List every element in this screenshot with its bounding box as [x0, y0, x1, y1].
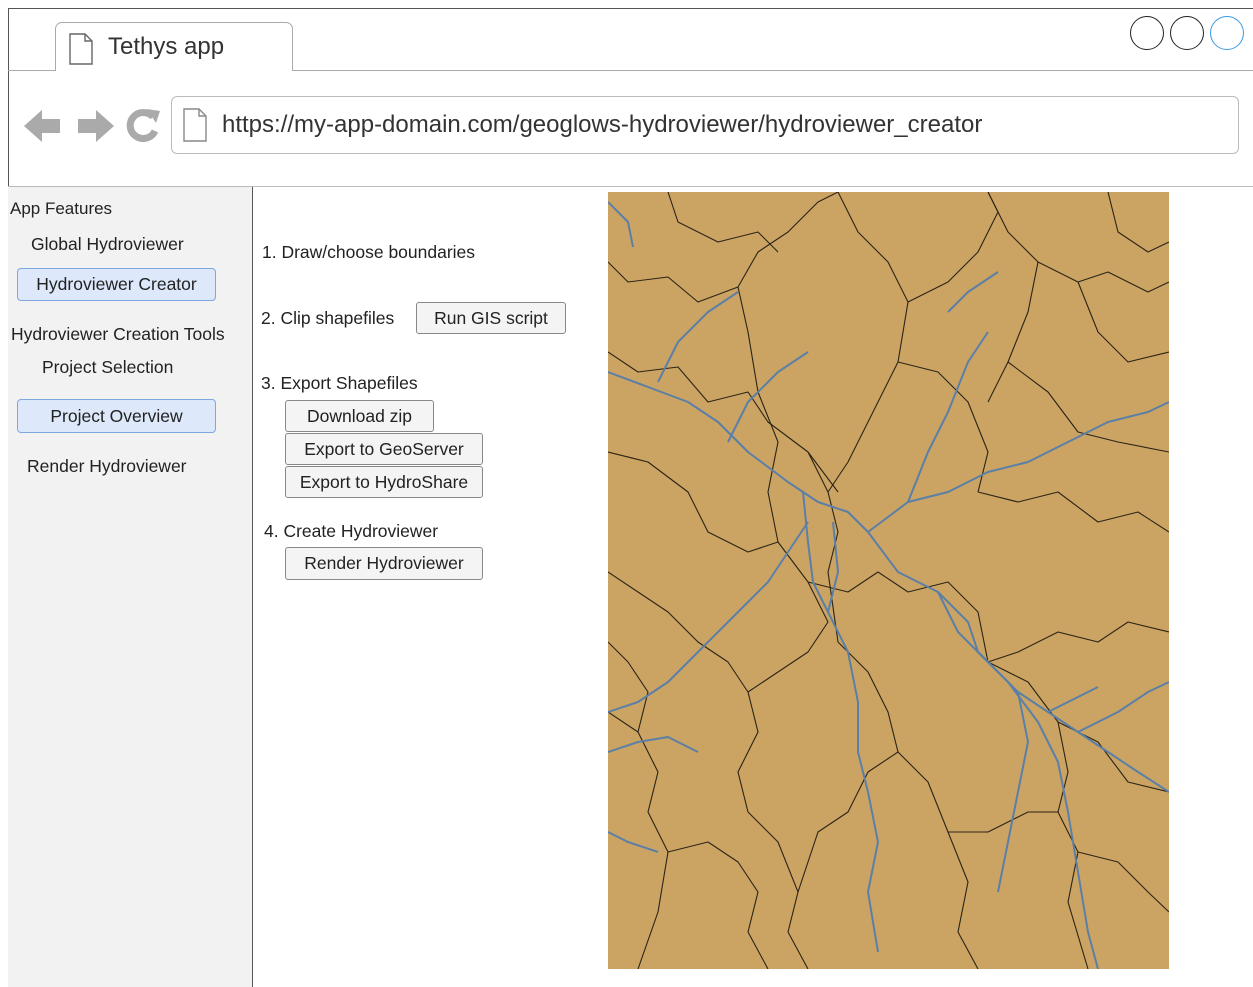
tab-bar-divider — [293, 70, 1253, 71]
step-4-label: 4. Create Hydroviewer — [264, 521, 439, 541]
sidebar-item-project-selection[interactable]: Project Selection — [42, 357, 173, 378]
watershed-map-svg — [608, 192, 1169, 969]
forward-arrow-icon[interactable] — [74, 107, 116, 145]
back-arrow-icon[interactable] — [22, 107, 64, 145]
basin-boundaries — [608, 192, 1169, 969]
step-1-label: 1. Draw/choose boundaries — [262, 242, 476, 262]
url-text[interactable]: https://my-app-domain.com/geoglows-hydro… — [222, 111, 982, 139]
sidebar-item-render-hydroviewer[interactable]: Render Hydroviewer — [27, 456, 187, 477]
page-icon — [183, 108, 207, 142]
tab-title: Tethys app — [108, 33, 225, 60]
export-geoserver-button[interactable]: Export to GeoServer — [285, 433, 483, 465]
window-button-icon[interactable] — [1170, 16, 1204, 50]
window-border-top — [8, 8, 1253, 9]
run-gis-script-button[interactable]: Run GIS script — [416, 302, 566, 334]
page-icon — [69, 33, 93, 65]
sidebar-heading: App Features — [10, 199, 113, 218]
sidebar-heading-creation-tools: Hydroviewer Creation Tools — [11, 324, 225, 344]
step-3-label: 3. Export Shapefiles — [261, 373, 418, 393]
render-hydroviewer-button[interactable]: Render Hydroviewer — [285, 547, 483, 580]
download-zip-button[interactable]: Download zip — [285, 400, 434, 432]
tab-bar-divider — [8, 70, 55, 71]
watershed-map[interactable] — [608, 192, 1169, 969]
sidebar-item-project-overview[interactable]: Project Overview — [17, 399, 216, 433]
export-hydroshare-button[interactable]: Export to HydroShare — [285, 466, 483, 498]
window-button-icon[interactable] — [1210, 16, 1244, 50]
reload-icon[interactable] — [124, 107, 162, 145]
sidebar — [8, 187, 253, 987]
step-2-label: 2. Clip shapefiles — [261, 308, 395, 328]
window-button-icon[interactable] — [1130, 16, 1164, 50]
sidebar-item-hydroviewer-creator[interactable]: Hydroviewer Creator — [17, 268, 216, 301]
sidebar-item-global-hydroviewer[interactable]: Global Hydroviewer — [31, 234, 184, 255]
